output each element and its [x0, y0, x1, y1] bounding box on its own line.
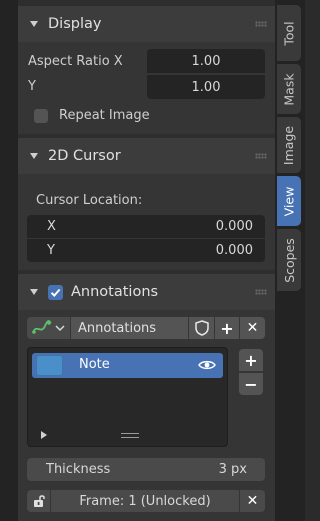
remove-layer-button[interactable]: −	[239, 373, 263, 395]
annotation-data-name-field[interactable]: Annotations	[71, 317, 188, 339]
display-panel-title: Display	[48, 16, 102, 32]
cursor-y-field[interactable]: Y 0.000	[27, 239, 265, 262]
tab-view[interactable]: View	[277, 176, 301, 226]
list-resize-handle-icon[interactable]	[121, 433, 139, 438]
layer-color-swatch[interactable]	[36, 355, 63, 376]
tab-scopes-label: Scopes	[281, 237, 297, 283]
aspect-ratio-y-field[interactable]: 1.00	[147, 75, 265, 99]
annotations-enabled-checkbox[interactable]	[48, 284, 63, 300]
annotation-data-selector[interactable]	[27, 317, 70, 339]
drag-grip-icon[interactable]	[255, 21, 267, 27]
tab-mask-label: Mask	[281, 72, 297, 106]
annotations-panel-title: Annotations	[71, 284, 159, 300]
annotation-stroke-icon	[32, 320, 52, 334]
cursor-x-field[interactable]: X 0.000	[27, 215, 265, 238]
tab-tool-label: Tool	[281, 20, 297, 46]
display-panel-header[interactable]: Display	[18, 6, 275, 42]
drag-grip-icon[interactable]	[255, 289, 267, 295]
collapse-triangle-icon[interactable]	[30, 289, 38, 295]
annotations-panel-header[interactable]: Annotations	[18, 274, 275, 310]
frame-info-field[interactable]: Frame: 1 (Unlocked)	[51, 490, 239, 512]
fake-user-shield-button[interactable]	[189, 317, 214, 339]
cursor-location-label: Cursor Location:	[36, 193, 143, 208]
eye-icon[interactable]	[198, 359, 216, 371]
repeat-image-label[interactable]: Repeat Image	[59, 108, 150, 123]
add-layer-button[interactable]: +	[239, 349, 263, 371]
sidebar-tabs: Tool Mask Image View Scopes	[275, 0, 305, 521]
cursor-x-label: X	[47, 219, 56, 234]
thickness-value: 3 px	[218, 462, 247, 477]
tab-scopes[interactable]: Scopes	[277, 229, 301, 291]
tab-image-label: Image	[281, 125, 297, 165]
delete-frame-button[interactable]: ✕	[240, 490, 265, 512]
aspect-ratio-x-field[interactable]: 1.00	[147, 49, 265, 73]
cursor-x-value: 0.000	[215, 219, 253, 234]
shield-icon	[194, 320, 209, 336]
frame-lock-button[interactable]	[27, 490, 50, 512]
display-panel-body: Aspect Ratio X 1.00 Y 1.00 Repeat Image	[18, 42, 275, 134]
layer-row[interactable]: Note	[32, 353, 223, 378]
aspect-ratio-y-label: Y	[28, 79, 36, 94]
unlock-icon	[33, 495, 45, 507]
drag-grip-icon[interactable]	[255, 153, 267, 159]
thickness-slider[interactable]: Thickness 3 px	[27, 458, 265, 481]
cursor-y-label: Y	[47, 243, 55, 258]
annotation-layer-list[interactable]: Note	[27, 347, 228, 447]
cursor-panel-body: Cursor Location: X 0.000 Y 0.000	[18, 174, 275, 270]
cursor-panel-header[interactable]: 2D Cursor	[18, 138, 275, 174]
layer-name[interactable]: Note	[79, 357, 110, 372]
new-annotation-button[interactable]: +	[215, 317, 239, 339]
annotations-panel-body: Annotations + ✕ Note + − Thickness 3 px …	[18, 310, 275, 521]
checkmark-icon	[50, 288, 61, 297]
chevron-down-icon	[55, 325, 65, 332]
unlink-annotation-button[interactable]: ✕	[240, 317, 265, 339]
repeat-image-checkbox[interactable]	[34, 109, 48, 123]
thickness-label: Thickness	[46, 462, 111, 477]
left-edge-strip	[0, 0, 18, 521]
tab-tool[interactable]: Tool	[277, 5, 301, 61]
collapse-triangle-icon[interactable]	[30, 153, 38, 159]
cursor-y-value: 0.000	[215, 243, 253, 258]
tab-mask[interactable]: Mask	[277, 64, 301, 114]
tab-view-label: View	[281, 186, 297, 216]
cursor-panel-title: 2D Cursor	[48, 148, 121, 164]
tab-image[interactable]: Image	[277, 117, 301, 173]
expand-filter-triangle-icon[interactable]	[39, 430, 49, 440]
collapse-triangle-icon[interactable]	[30, 21, 38, 27]
aspect-ratio-x-label: Aspect Ratio X	[28, 54, 123, 69]
sidebar-panel-area: Display Aspect Ratio X 1.00 Y 1.00 Repea…	[18, 0, 275, 521]
